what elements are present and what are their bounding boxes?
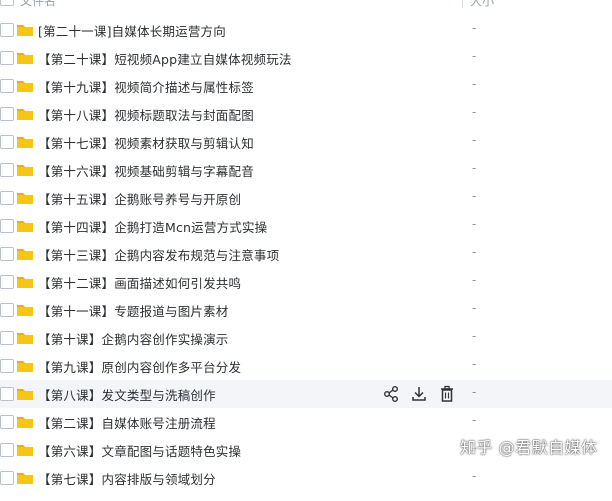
row-checkbox[interactable] (0, 107, 14, 121)
row-checkbox[interactable] (0, 163, 14, 177)
file-list-header: 文件名 大小 (0, 0, 612, 8)
row-checkbox[interactable] (0, 387, 14, 401)
list-item[interactable]: 【第八课】发文类型与洗稿创作 - (0, 380, 612, 408)
folder-icon (16, 78, 34, 94)
file-size: - (472, 413, 477, 427)
file-size: - (472, 77, 477, 91)
folder-icon (16, 106, 34, 122)
folder-icon (16, 302, 34, 318)
folder-icon (16, 50, 34, 66)
folder-name-link[interactable]: 【第七课】内容排版与领域划分 (38, 469, 216, 488)
row-checkbox[interactable] (0, 191, 14, 205)
row-checkbox[interactable] (0, 303, 14, 317)
column-divider[interactable] (462, 0, 463, 8)
file-size: - (472, 21, 477, 35)
list-item[interactable]: 【第二课】自媒体账号注册流程 - (0, 408, 612, 436)
file-size: - (472, 329, 477, 343)
row-checkbox[interactable] (0, 135, 14, 149)
list-item[interactable]: 【第十课】企鹅内容创作实操演示 - (0, 324, 612, 352)
file-size: - (472, 357, 477, 371)
row-checkbox[interactable] (0, 23, 14, 37)
folder-name-link[interactable]: 【第十四课】企鹅打造Mcn运营方式实操 (38, 217, 267, 236)
folder-icon (16, 358, 34, 374)
file-size: - (472, 105, 477, 119)
folder-icon (16, 134, 34, 150)
list-item[interactable]: 【第十六课】视频基础剪辑与字幕配音 - (0, 156, 612, 184)
folder-icon (16, 22, 34, 38)
row-checkbox[interactable] (0, 51, 14, 65)
list-item[interactable]: 【第十一课】专题报道与图片素材 - (0, 296, 612, 324)
column-name-header[interactable]: 文件名 (20, 0, 56, 9)
folder-icon (16, 190, 34, 206)
file-size: - (472, 469, 477, 483)
folder-name-link[interactable]: 【第二十课】短视频App建立自媒体视频玩法 (38, 49, 292, 68)
folder-name-link[interactable]: 【第六课】文章配图与话题特色实操 (38, 441, 241, 460)
folder-icon (16, 386, 34, 402)
list-item[interactable]: 【第十五课】企鹅账号养号与开原创 - (0, 184, 612, 212)
folder-icon (16, 218, 34, 234)
folder-icon (16, 442, 34, 458)
list-item[interactable]: 【第二十课】短视频App建立自媒体视频玩法 - (0, 44, 612, 72)
folder-icon (16, 246, 34, 262)
list-item[interactable]: 【第十七课】视频素材获取与剪辑认知 - (0, 128, 612, 156)
folder-name-link[interactable]: 【第十二课】画面描述如何引发共鸣 (38, 273, 241, 292)
list-item[interactable]: 【第十八课】视频标题取法与封面配图 - (0, 100, 612, 128)
list-item[interactable]: 【第九课】原创内容创作多平台分发 - (0, 352, 612, 380)
download-icon[interactable] (411, 385, 427, 403)
file-size: - (472, 301, 477, 315)
folder-name-link[interactable]: 【第十三课】企鹅内容发布规范与注意事项 (38, 245, 279, 264)
trash-icon[interactable] (439, 385, 455, 403)
folder-icon (16, 330, 34, 346)
folder-name-link[interactable]: [第二十一课]自媒体长期运营方向 (38, 21, 226, 40)
file-size: - (472, 385, 477, 399)
folder-name-link[interactable]: 【第二课】自媒体账号注册流程 (38, 413, 216, 432)
row-checkbox[interactable] (0, 415, 14, 429)
share-icon[interactable] (383, 385, 399, 403)
folder-icon (16, 162, 34, 178)
list-item[interactable]: 【第十九课】视频简介描述与属性标签 - (0, 72, 612, 100)
folder-name-link[interactable]: 【第十一课】专题报道与图片素材 (38, 301, 229, 320)
file-size: - (472, 273, 477, 287)
row-checkbox[interactable] (0, 247, 14, 261)
file-size: - (472, 161, 477, 175)
row-checkbox[interactable] (0, 443, 14, 457)
list-item[interactable]: [第二十一课]自媒体长期运营方向 - (0, 16, 612, 44)
file-size: - (472, 217, 477, 231)
folder-name-link[interactable]: 【第十课】企鹅内容创作实操演示 (38, 329, 229, 348)
list-item[interactable]: 【第七课】内容排版与领域划分 - (0, 464, 612, 492)
column-size-header[interactable]: 大小 (470, 0, 494, 9)
folder-name-link[interactable]: 【第八课】发文类型与洗稿创作 (38, 385, 216, 404)
select-all-checkbox[interactable] (0, 0, 14, 6)
folder-name-link[interactable]: 【第十六课】视频基础剪辑与字幕配音 (38, 161, 254, 180)
row-checkbox[interactable] (0, 471, 14, 485)
row-checkbox[interactable] (0, 359, 14, 373)
row-checkbox[interactable] (0, 331, 14, 345)
list-item[interactable]: 【第十四课】企鹅打造Mcn运营方式实操 - (0, 212, 612, 240)
file-size: - (472, 245, 477, 259)
folder-name-link[interactable]: 【第九课】原创内容创作多平台分发 (38, 357, 241, 376)
list-item[interactable]: 【第十二课】画面描述如何引发共鸣 - (0, 268, 612, 296)
file-size: - (472, 133, 477, 147)
file-size: - (472, 189, 477, 203)
folder-name-link[interactable]: 【第十八课】视频标题取法与封面配图 (38, 105, 254, 124)
folder-name-link[interactable]: 【第十五课】企鹅账号养号与开原创 (38, 189, 241, 208)
row-checkbox[interactable] (0, 275, 14, 289)
folder-name-link[interactable]: 【第十九课】视频简介描述与属性标签 (38, 77, 254, 96)
list-item[interactable]: 【第十三课】企鹅内容发布规范与注意事项 - (0, 240, 612, 268)
folder-name-link[interactable]: 【第十七课】视频素材获取与剪辑认知 (38, 133, 254, 152)
folder-icon (16, 414, 34, 430)
row-checkbox[interactable] (0, 79, 14, 93)
row-checkbox[interactable] (0, 219, 14, 233)
folder-icon (16, 274, 34, 290)
folder-icon (16, 470, 34, 486)
file-size: - (472, 49, 477, 63)
watermark: 知乎 @君默自媒体 (460, 438, 598, 457)
